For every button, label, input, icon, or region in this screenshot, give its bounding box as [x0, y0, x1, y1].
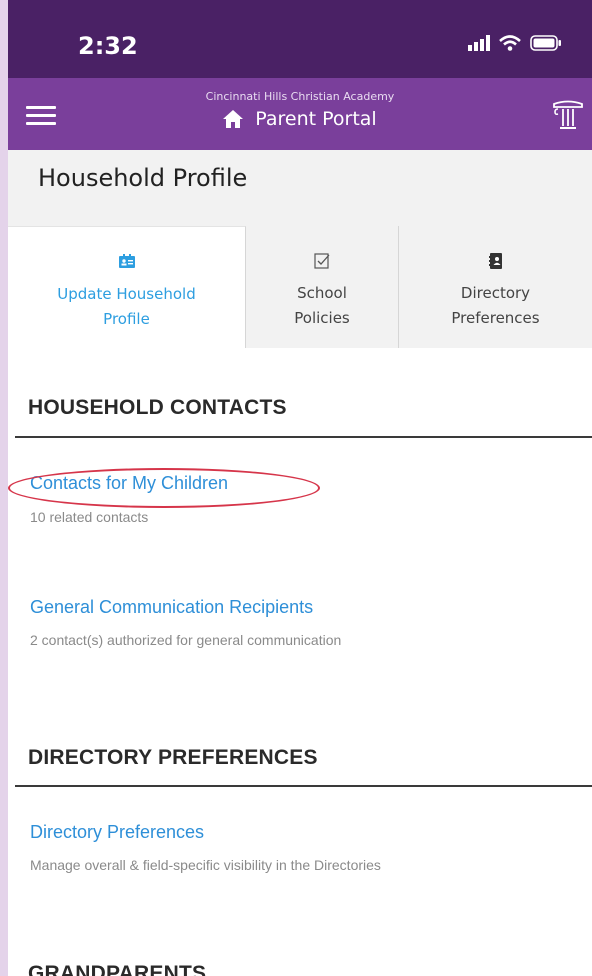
wifi-icon: [499, 35, 521, 51]
section-heading-directory-preferences: DIRECTORY PREFERENCES: [28, 746, 318, 769]
page-header: Household Profile: [8, 150, 592, 226]
highlight-annotation: [8, 468, 320, 508]
tab-label-line2: Profile: [103, 310, 150, 328]
status-time: 2:32: [78, 32, 138, 60]
tab-bar: Update Household Profile School Policies: [8, 226, 592, 348]
tab-label-line2: Policies: [294, 309, 350, 327]
tab-label-line2: Preferences: [451, 309, 540, 327]
tab-directory-preferences[interactable]: Directory Preferences: [399, 226, 592, 348]
status-icons: [468, 35, 562, 51]
column-logo-icon[interactable]: [552, 100, 584, 130]
tab-update-household-profile[interactable]: Update Household Profile: [8, 226, 246, 348]
contacts-count-detail: 10 related contacts: [30, 509, 149, 525]
app-header: Cincinnati Hills Christian Academy Paren…: [8, 78, 592, 150]
section-heading-grandparents: GRANDPARENTS: [28, 962, 207, 976]
home-icon: [223, 110, 244, 128]
section-divider: [15, 436, 592, 438]
battery-icon: [530, 35, 561, 51]
signal-icon: [468, 35, 490, 51]
tab-label-line1: Directory: [460, 284, 531, 302]
directory-preferences-detail: Manage overall & field-specific visibili…: [30, 857, 381, 873]
status-bar: 2:32: [8, 0, 592, 78]
phone-screen: 2:32 Cincinnati Hills Christian Academy …: [8, 0, 592, 976]
section-divider: [15, 785, 592, 787]
contact-card-icon: [118, 254, 135, 268]
tab-school-policies[interactable]: School Policies: [246, 226, 399, 348]
tab-label-line1: School: [297, 284, 347, 302]
page-title: Household Profile: [38, 164, 248, 192]
school-name: Cincinnati Hills Christian Academy: [205, 90, 395, 103]
directory-preferences-link[interactable]: Directory Preferences: [30, 822, 204, 843]
section-heading-household-contacts: HOUSEHOLD CONTACTS: [28, 396, 287, 419]
general-communication-recipients-link[interactable]: General Communication Recipients: [30, 597, 313, 618]
app-title: Parent Portal: [255, 108, 377, 130]
checkbox-icon: [314, 253, 330, 269]
portal-home-link[interactable]: Parent Portal: [8, 108, 592, 130]
recipients-count-detail: 2 contact(s) authorized for general comm…: [30, 632, 342, 648]
tab-label-line1: Update Household: [57, 285, 196, 303]
address-book-icon: [488, 253, 502, 269]
